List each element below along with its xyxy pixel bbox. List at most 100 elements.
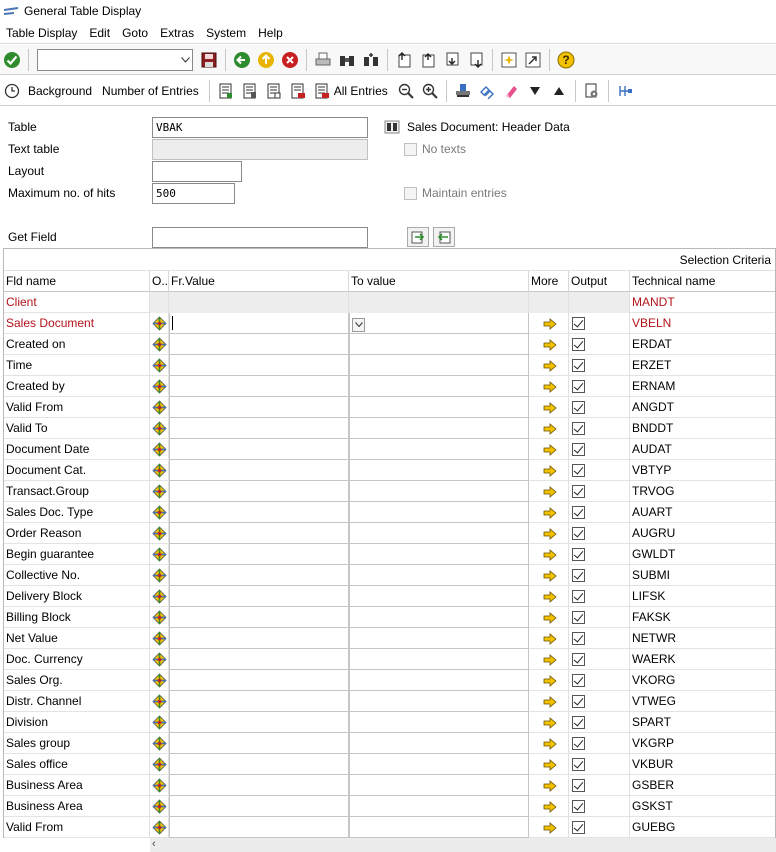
output-checkbox-cell[interactable] <box>569 397 630 418</box>
to-value-input[interactable] <box>349 712 529 733</box>
from-value-input[interactable] <box>169 523 349 544</box>
col-more[interactable]: More <box>529 271 569 292</box>
command-field[interactable] <box>37 48 193 71</box>
cancel-button[interactable] <box>279 49 301 71</box>
zoom-out-button[interactable] <box>395 80 417 102</box>
more-values-button[interactable] <box>529 607 569 628</box>
to-value-input[interactable] <box>349 586 529 607</box>
output-checkbox[interactable] <box>572 758 585 771</box>
col-from-value[interactable]: Fr.Value <box>169 271 349 292</box>
option-cell[interactable] <box>150 754 169 775</box>
to-value-input[interactable] <box>349 418 529 439</box>
selection-option-icon[interactable] <box>151 694 167 709</box>
table-input[interactable]: VBAK <box>152 116 368 138</box>
from-value-input[interactable] <box>169 460 349 481</box>
from-value-input[interactable] <box>169 796 349 817</box>
output-checkbox-cell[interactable] <box>569 733 630 754</box>
output-checkbox[interactable] <box>572 380 585 393</box>
more-values-button[interactable] <box>529 817 569 838</box>
output-checkbox-cell[interactable] <box>569 376 630 397</box>
option-cell[interactable] <box>150 439 169 460</box>
from-value-input[interactable] <box>169 313 349 334</box>
shortcut-button[interactable] <box>522 49 544 71</box>
selection-option-icon[interactable] <box>151 736 167 751</box>
previous-page-button[interactable] <box>417 49 439 71</box>
selection-option-icon[interactable] <box>151 316 167 331</box>
to-value-input[interactable] <box>349 796 529 817</box>
from-value-input[interactable] <box>169 502 349 523</box>
selection-option-icon[interactable] <box>151 610 167 625</box>
selection-option-icon[interactable] <box>151 484 167 499</box>
output-checkbox[interactable] <box>572 506 585 519</box>
selection-option-icon[interactable] <box>151 526 167 541</box>
from-value-input[interactable] <box>169 565 349 586</box>
horizontal-scrollbar[interactable]: ‹ <box>0 838 776 852</box>
more-values-button[interactable] <box>529 775 569 796</box>
output-checkbox-cell[interactable] <box>569 565 630 586</box>
from-value-input[interactable] <box>169 418 349 439</box>
from-value-input[interactable] <box>169 691 349 712</box>
option-cell[interactable] <box>150 397 169 418</box>
output-checkbox-cell[interactable] <box>569 313 630 334</box>
to-value-input[interactable] <box>349 481 529 502</box>
output-checkbox[interactable] <box>572 569 585 582</box>
selection-option-icon[interactable] <box>151 757 167 772</box>
output-checkbox-cell[interactable] <box>569 502 630 523</box>
option-cell[interactable] <box>150 670 169 691</box>
selection-option-icon[interactable] <box>151 631 167 646</box>
get-field-input[interactable] <box>152 226 368 248</box>
output-checkbox-cell[interactable] <box>569 712 630 733</box>
output-checkbox-cell[interactable] <box>569 817 630 838</box>
layout-input[interactable] <box>152 160 242 182</box>
more-values-button[interactable] <box>529 313 569 334</box>
output-checkbox[interactable] <box>572 359 585 372</box>
output-checkbox[interactable] <box>572 611 585 624</box>
option-cell[interactable] <box>150 355 169 376</box>
from-value-input[interactable] <box>169 586 349 607</box>
eraser-button[interactable] <box>500 80 522 102</box>
output-checkbox-cell[interactable] <box>569 586 630 607</box>
option-cell[interactable] <box>150 628 169 649</box>
to-value-input[interactable] <box>349 313 529 334</box>
menu-system[interactable]: System <box>200 23 252 43</box>
more-values-button[interactable] <box>529 628 569 649</box>
output-checkbox[interactable] <box>572 695 585 708</box>
output-checkbox[interactable] <box>572 674 585 687</box>
more-values-button[interactable] <box>529 649 569 670</box>
from-value-input[interactable] <box>169 754 349 775</box>
last-page-button[interactable] <box>465 49 487 71</box>
from-value-input[interactable] <box>169 481 349 502</box>
output-checkbox-cell[interactable] <box>569 544 630 565</box>
more-values-button[interactable] <box>529 481 569 502</box>
menu-extras[interactable]: Extras <box>154 23 200 43</box>
option-cell[interactable] <box>150 481 169 502</box>
from-value-input[interactable] <box>169 334 349 355</box>
more-values-button[interactable] <box>529 754 569 775</box>
from-value-input[interactable] <box>169 712 349 733</box>
find-next-button[interactable] <box>360 49 382 71</box>
output-checkbox[interactable] <box>572 464 585 477</box>
get-field-reverse-button[interactable] <box>433 227 455 247</box>
more-values-button[interactable] <box>529 796 569 817</box>
selection-option-icon[interactable] <box>151 547 167 562</box>
scroll-left-icon[interactable]: ‹ <box>152 838 156 850</box>
from-value-input[interactable] <box>169 355 349 376</box>
col-option[interactable]: O.. <box>150 271 169 292</box>
from-value-input[interactable] <box>169 607 349 628</box>
all-entries-button[interactable]: All Entries <box>334 84 388 98</box>
variant-button[interactable] <box>476 80 498 102</box>
chevron-down-icon[interactable] <box>352 317 365 332</box>
selection-option-icon[interactable] <box>151 799 167 814</box>
output-checkbox[interactable] <box>572 317 585 330</box>
output-checkbox-cell[interactable] <box>569 523 630 544</box>
field-list-button[interactable] <box>581 80 603 102</box>
help-button[interactable]: ? <box>555 49 577 71</box>
more-values-button[interactable] <box>529 355 569 376</box>
menu-edit[interactable]: Edit <box>83 23 116 43</box>
selection-option-icon[interactable] <box>151 568 167 583</box>
get-field-button[interactable] <box>407 227 429 247</box>
from-value-input[interactable] <box>169 775 349 796</box>
col-to-value[interactable]: To value <box>349 271 529 292</box>
back-button[interactable] <box>231 49 253 71</box>
option-cell[interactable] <box>150 334 169 355</box>
